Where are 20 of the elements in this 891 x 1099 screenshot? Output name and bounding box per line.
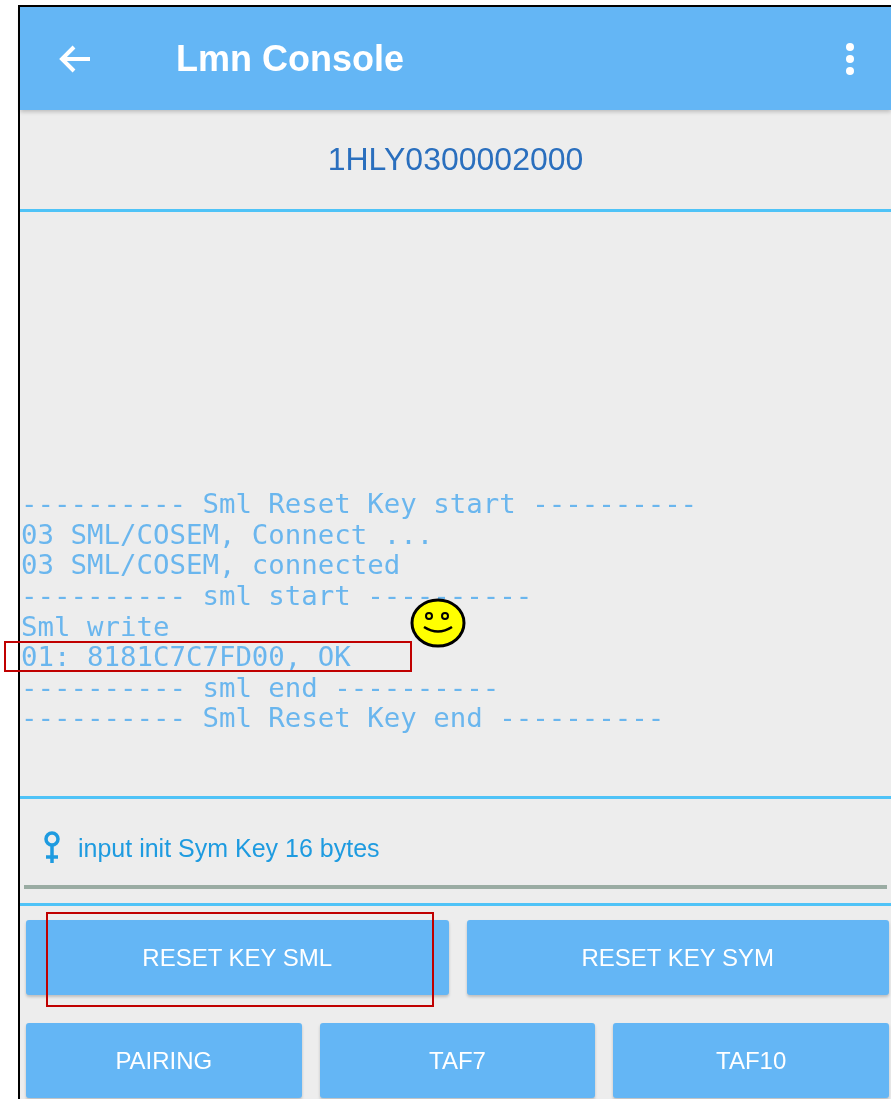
device-id: 1HLY0300002000 [327,141,584,178]
key-icon [42,831,62,865]
action-button[interactable]: TAF7 [319,1023,596,1098]
log-line: ---------- sml start ---------- [21,580,533,612]
action-button[interactable]: RESET KEY SML [26,920,449,995]
log-line: 03 SML/COSEM, connected [21,549,401,581]
log-line: 03 SML/COSEM, Connect ... [21,518,434,550]
more-menu-icon[interactable] [845,41,855,76]
log-line: ---------- sml end ---------- [21,671,500,703]
log-line: ---------- Sml Reset Key end ---------- [21,702,665,734]
action-button[interactable]: PAIRING [26,1023,302,1098]
action-button[interactable]: RESET KEY SYM [466,920,889,995]
log-line: ---------- Sml Reset Key start ---------- [21,488,698,520]
smiley-icon [410,598,466,648]
back-arrow-icon[interactable] [58,43,92,74]
app-title: Lmn Console [176,37,405,80]
log-line: Sml write [21,610,170,642]
key-input-field[interactable]: input init Sym Key 16 bytes [76,832,887,864]
log-line: 01: 8181C7C7FD00, OK [21,641,351,673]
action-button[interactable]: TAF10 [613,1023,889,1098]
